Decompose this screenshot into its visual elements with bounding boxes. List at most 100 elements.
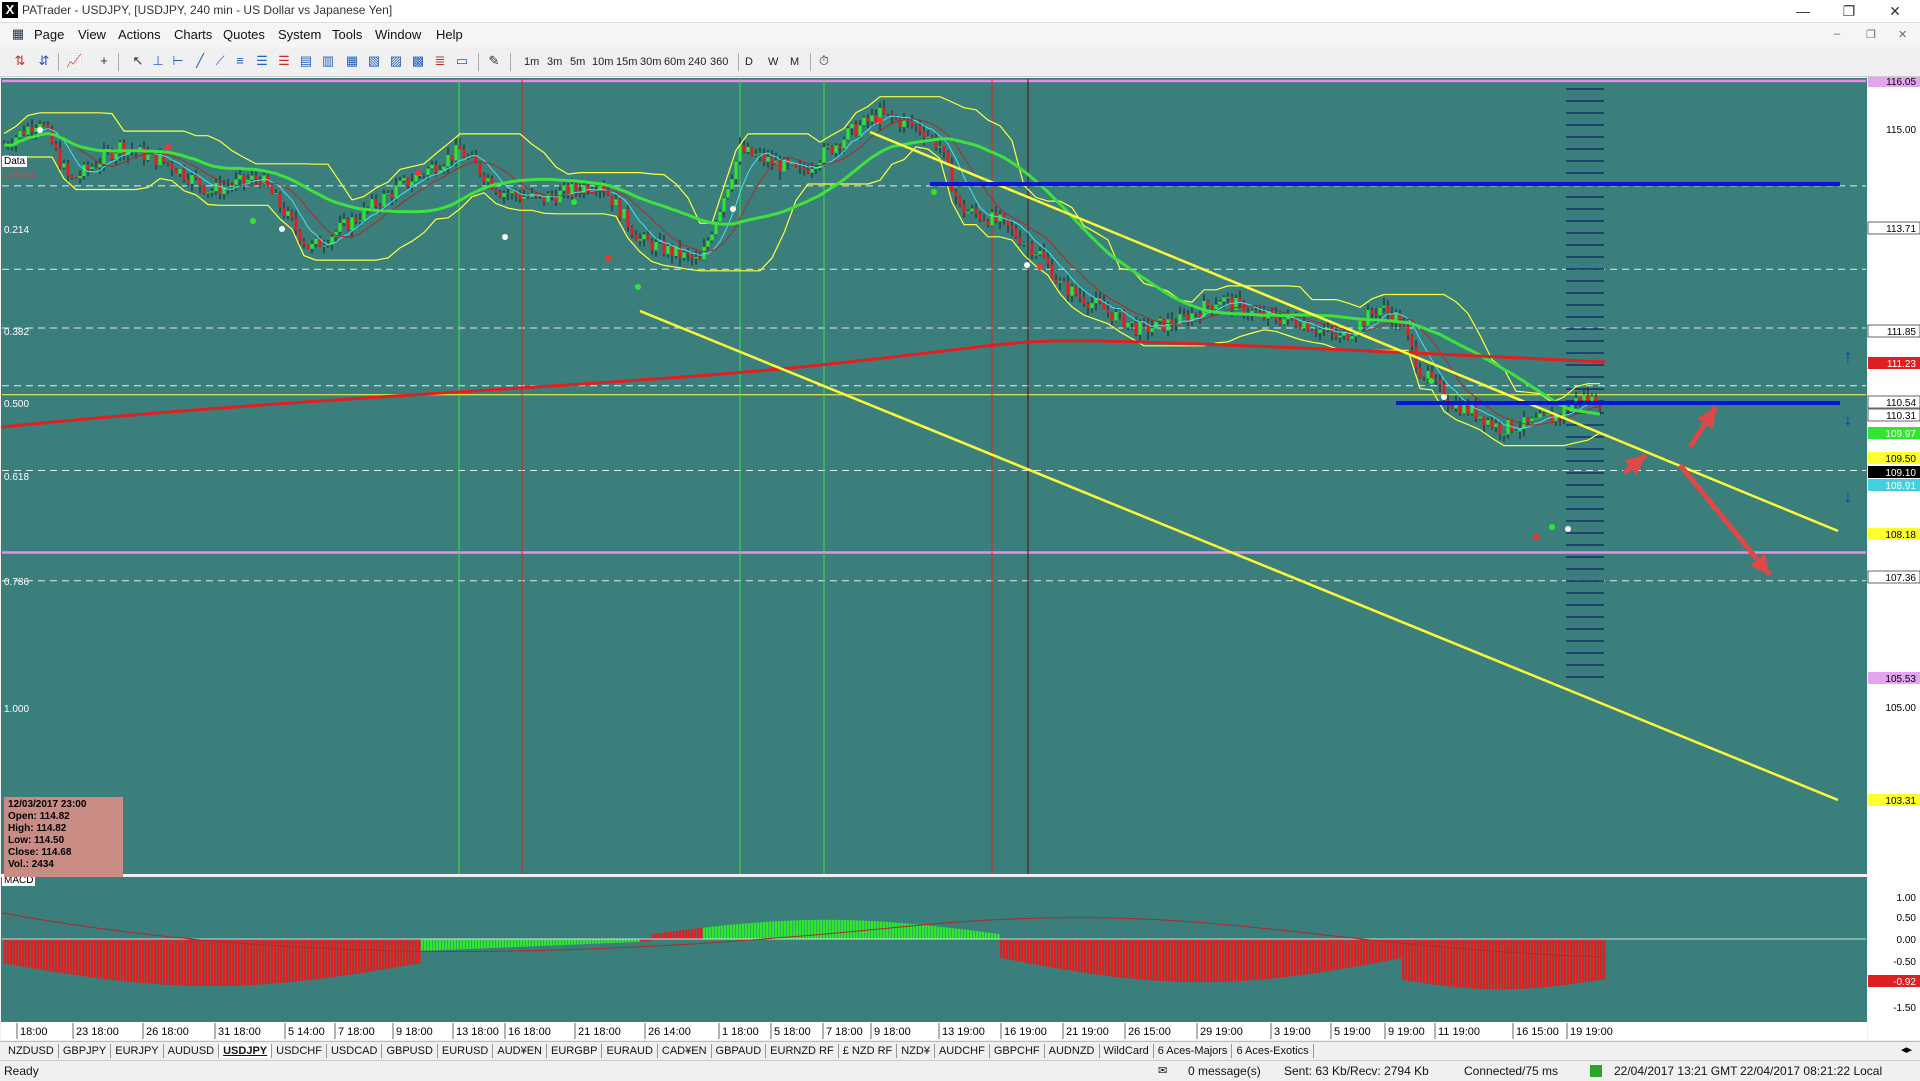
menu-actions[interactable]: Actions bbox=[118, 27, 161, 42]
candle-body bbox=[1114, 312, 1118, 321]
restore-button[interactable]: ❐ bbox=[1826, 0, 1872, 22]
tab-eurusd[interactable]: EURUSD bbox=[438, 1044, 494, 1058]
chart-area[interactable]: ↑↓↓ 0.2140.3820.5000.6180.7861.000INDEX1… bbox=[0, 77, 1920, 1077]
macd-bar bbox=[247, 939, 250, 986]
candle-body bbox=[218, 182, 222, 195]
macd-bar bbox=[985, 932, 988, 939]
tab-usdjpy[interactable]: USDJPY bbox=[219, 1044, 273, 1058]
chart-type-icon[interactable]: 📈 bbox=[66, 53, 82, 69]
buy-sell-icon[interactable]: ⇅ bbox=[12, 53, 28, 69]
ray-icon[interactable]: ⟋ bbox=[212, 53, 228, 69]
macd-bar bbox=[1033, 939, 1036, 965]
shape-tool-icon[interactable]: ▭ bbox=[454, 53, 470, 69]
levels-icon[interactable]: ≣ bbox=[432, 53, 448, 69]
tab-usdcad[interactable]: USDCAD bbox=[327, 1044, 383, 1058]
channel-icon[interactable]: ≡ bbox=[232, 53, 248, 69]
tab-audnzd[interactable]: AUDNZD bbox=[1045, 1044, 1100, 1058]
tab-6-aces-majors[interactable]: 6 Aces-Majors bbox=[1154, 1044, 1233, 1058]
trendline-icon[interactable]: ╱ bbox=[192, 53, 208, 69]
tab-euraud[interactable]: EURAUD bbox=[602, 1044, 658, 1058]
vertical-line-icon[interactable]: ⊢ bbox=[170, 53, 186, 69]
price-chart[interactable]: ↑↓↓ 0.2140.3820.5000.6180.7861.000INDEX1… bbox=[0, 77, 1920, 1040]
pointer-icon[interactable]: ↖ bbox=[130, 53, 146, 69]
menu-page[interactable]: Page bbox=[34, 27, 64, 42]
macd-bar bbox=[1180, 939, 1183, 982]
tab-wildcard[interactable]: WildCard bbox=[1100, 1044, 1154, 1058]
menu-tools[interactable]: Tools bbox=[332, 27, 362, 42]
tf-10m-button[interactable]: 10m bbox=[592, 54, 613, 70]
tf-60m-button[interactable]: 60m bbox=[664, 54, 685, 70]
tab-gbpusd[interactable]: GBPUSD bbox=[382, 1044, 438, 1058]
chart-page-icon[interactable]: ▦ bbox=[10, 26, 26, 42]
tab-eurjpy[interactable]: EURJPY bbox=[111, 1044, 164, 1058]
crosshair-icon[interactable]: + bbox=[96, 53, 112, 69]
macd-bar bbox=[1168, 939, 1171, 982]
tf-weekly-button[interactable]: W bbox=[768, 54, 778, 70]
arc-tool-icon[interactable]: ▨ bbox=[388, 53, 404, 69]
macd-bar bbox=[451, 939, 454, 950]
tf-15m-button[interactable]: 15m bbox=[616, 54, 637, 70]
fibonacci-icon[interactable]: ☰ bbox=[254, 53, 270, 69]
tab-nzd-[interactable]: NZD¥ bbox=[897, 1044, 935, 1058]
tf-monthly-button[interactable]: M bbox=[790, 54, 799, 70]
fib-extension-icon[interactable]: ☰ bbox=[276, 53, 292, 69]
menu-help[interactable]: Help bbox=[436, 27, 463, 42]
tab-scroll-icon[interactable]: ◂▸ bbox=[1901, 1043, 1912, 1056]
mdi-restore-button[interactable]: ❐ bbox=[1866, 28, 1876, 41]
menu-system[interactable]: System bbox=[278, 27, 321, 42]
tf-360-button[interactable]: 360 bbox=[710, 54, 728, 70]
menu-view[interactable]: View bbox=[78, 27, 106, 42]
candle-body bbox=[1434, 378, 1438, 381]
tab-6-aces-exotics[interactable]: 6 Aces-Exotics bbox=[1232, 1044, 1314, 1058]
tab-nzdusd[interactable]: NZDUSD bbox=[4, 1044, 59, 1058]
tf-3m-button[interactable]: 3m bbox=[547, 54, 562, 70]
candle-body bbox=[74, 178, 78, 180]
tf-5m-button[interactable]: 5m bbox=[570, 54, 585, 70]
candle-body bbox=[294, 218, 298, 231]
grid-tool-icon[interactable]: ▤ bbox=[298, 53, 314, 69]
horizontal-line-icon[interactable]: ⊥ bbox=[150, 53, 166, 69]
candle-body bbox=[86, 164, 90, 170]
close-button[interactable]: ✕ bbox=[1872, 0, 1918, 22]
period-line-icon[interactable]: ▩ bbox=[410, 53, 426, 69]
macd-bar bbox=[1045, 939, 1048, 967]
tab-aud-en[interactable]: AUD¥EN bbox=[493, 1044, 547, 1058]
mdi-minimize-button[interactable]: – bbox=[1834, 28, 1840, 40]
tab-gbpchf[interactable]: GBPCHF bbox=[990, 1044, 1045, 1058]
pen-tool-icon[interactable]: ✎ bbox=[486, 53, 502, 69]
tf-240-button[interactable]: 240 bbox=[688, 54, 706, 70]
tab--nzd-rf[interactable]: £ NZD RF bbox=[839, 1044, 898, 1058]
menu-charts[interactable]: Charts bbox=[174, 27, 212, 42]
order-icon[interactable]: ⇵ bbox=[36, 53, 52, 69]
menu-quotes[interactable]: Quotes bbox=[223, 27, 265, 42]
tab-usdchf[interactable]: USDCHF bbox=[272, 1044, 327, 1058]
tab-gbpaud[interactable]: GBPAUD bbox=[712, 1044, 767, 1058]
cycle-tool-icon[interactable]: ▧ bbox=[366, 53, 382, 69]
macd-bar bbox=[1369, 939, 1372, 964]
candle-body bbox=[1506, 419, 1510, 435]
tf-30m-button[interactable]: 30m bbox=[640, 54, 661, 70]
symbol-tab-bar: NZDUSD GBPJPY EURJPY AUDUSD USDJPY USDCHF USDC… bbox=[0, 1041, 1920, 1060]
macd-bar bbox=[748, 923, 751, 939]
candle-body bbox=[298, 230, 302, 242]
tab-cad-en[interactable]: CAD¥EN bbox=[658, 1044, 712, 1058]
tab-gbpjpy[interactable]: GBPJPY bbox=[59, 1044, 112, 1058]
candle-body bbox=[882, 107, 886, 114]
tab-audusd[interactable]: AUDUSD bbox=[164, 1044, 220, 1058]
macd-bar bbox=[337, 939, 340, 977]
tab-eurnzd-rf[interactable]: EURNZD RF bbox=[766, 1044, 839, 1058]
candle-body bbox=[250, 175, 254, 180]
tab-eurgbp[interactable]: EURGBP bbox=[547, 1044, 603, 1058]
macd-bar bbox=[1240, 939, 1243, 982]
mail-icon[interactable]: ✉ bbox=[1158, 1064, 1167, 1077]
clock-icon[interactable]: ⏱ bbox=[816, 53, 832, 69]
macd-bar bbox=[601, 939, 604, 944]
tf-daily-button[interactable]: D bbox=[745, 54, 753, 70]
mdi-close-button[interactable]: ✕ bbox=[1898, 28, 1907, 41]
tab-audchf[interactable]: AUDCHF bbox=[935, 1044, 990, 1058]
gann-icon[interactable]: ▥ bbox=[320, 53, 336, 69]
minimize-button[interactable]: — bbox=[1780, 0, 1826, 22]
menu-window[interactable]: Window bbox=[375, 27, 421, 42]
tf-1m-button[interactable]: 1m bbox=[524, 54, 539, 70]
text-tool-icon[interactable]: ▦ bbox=[344, 53, 360, 69]
